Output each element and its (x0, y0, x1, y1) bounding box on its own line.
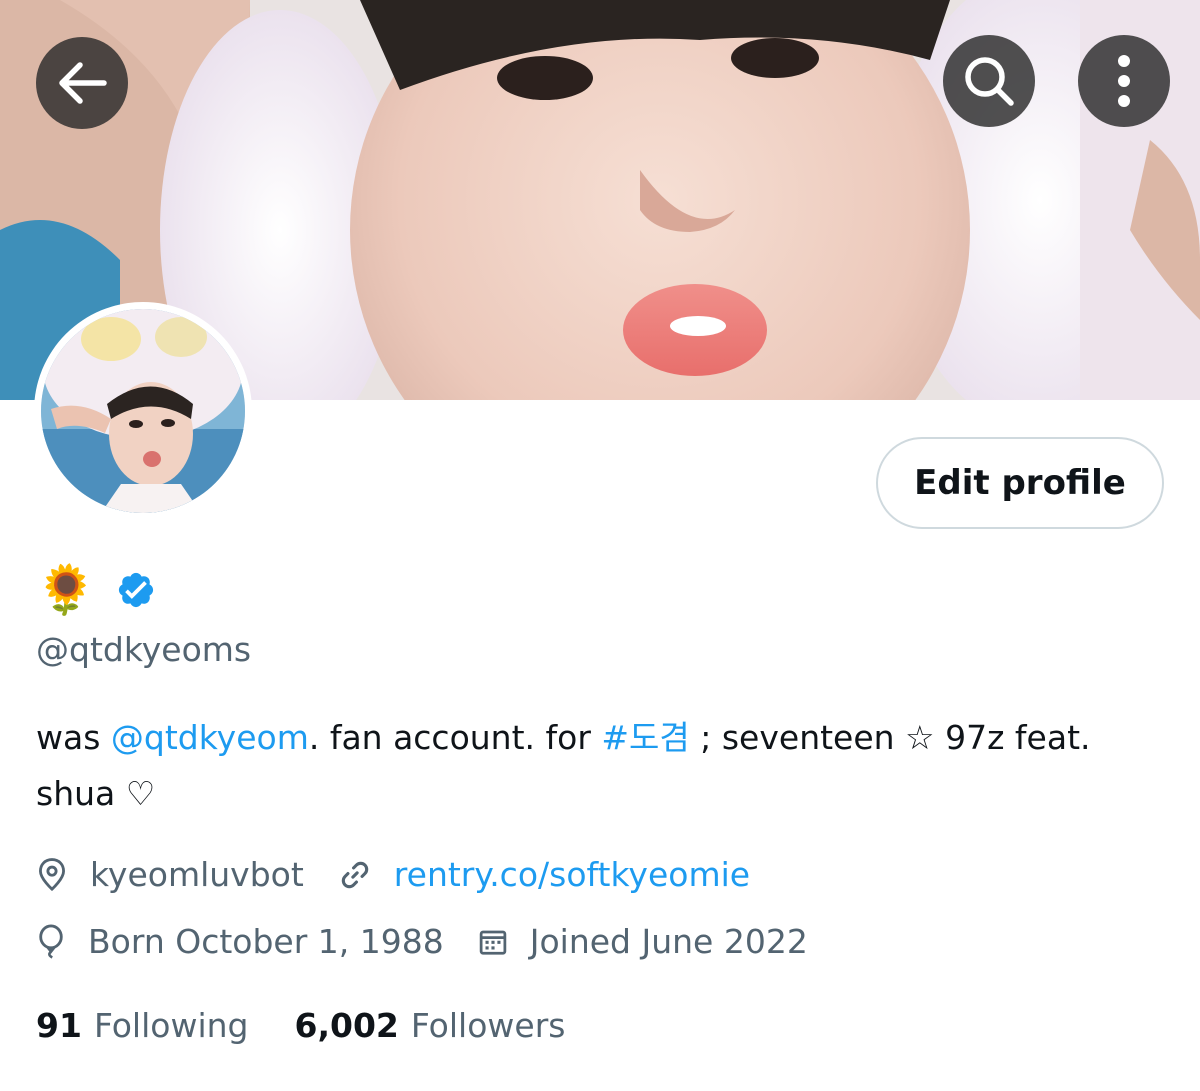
avatar-photo (41, 309, 245, 513)
profile-meta-row-2: Born October 1, 1988 Joined June 2022 (36, 922, 808, 961)
website[interactable]: rentry.co/softkyeomie (338, 855, 750, 894)
joined-date: Joined June 2022 (478, 922, 808, 961)
balloon-icon (39, 924, 63, 959)
birthday-text: Born October 1, 1988 (88, 922, 444, 961)
verified-badge-icon (118, 572, 153, 608)
more-vertical-icon (1118, 55, 1130, 107)
following-link[interactable]: 91 Following (36, 1006, 248, 1045)
followers-link[interactable]: 6,002 Followers (294, 1006, 565, 1045)
search-icon (965, 57, 1014, 106)
follow-stats: 91 Following 6,002 Followers (36, 1006, 565, 1045)
handle: @qtdkyeoms (36, 630, 252, 669)
joined-text: Joined June 2022 (529, 922, 808, 961)
display-name: 🌻 (36, 562, 96, 618)
following-label: Following (93, 1006, 249, 1045)
avatar[interactable] (34, 302, 252, 520)
calendar-icon (479, 930, 506, 955)
display-name-row: 🌻 (36, 560, 156, 620)
link-icon (341, 861, 368, 888)
bio-text: . fan account. for (308, 718, 602, 757)
bio-text: was (36, 718, 111, 757)
bio-hashtag-link[interactable]: #도겸 (601, 718, 689, 757)
profile-meta-row-1: kyeomluvbot rentry.co/softkyeomie (36, 855, 750, 894)
followers-label: Followers (410, 1006, 566, 1045)
edit-profile-button[interactable]: Edit profile (876, 437, 1164, 529)
website-link[interactable]: rentry.co/softkyeomie (394, 855, 750, 894)
more-options-button[interactable] (1078, 35, 1170, 127)
location-text: kyeomluvbot (90, 855, 304, 894)
location: kyeomluvbot (36, 855, 304, 894)
back-button[interactable] (36, 37, 128, 129)
arrow-left-icon (59, 62, 107, 104)
search-button[interactable] (943, 35, 1035, 127)
bio-mention-link[interactable]: @qtdkyeom (111, 718, 309, 757)
birthday: Born October 1, 1988 (36, 922, 444, 961)
location-pin-icon (39, 857, 65, 891)
bio: was @qtdkyeom. fan account. for #도겸 ; se… (36, 710, 1156, 822)
following-count: 91 (36, 1006, 82, 1045)
followers-count: 6,002 (294, 1006, 399, 1045)
